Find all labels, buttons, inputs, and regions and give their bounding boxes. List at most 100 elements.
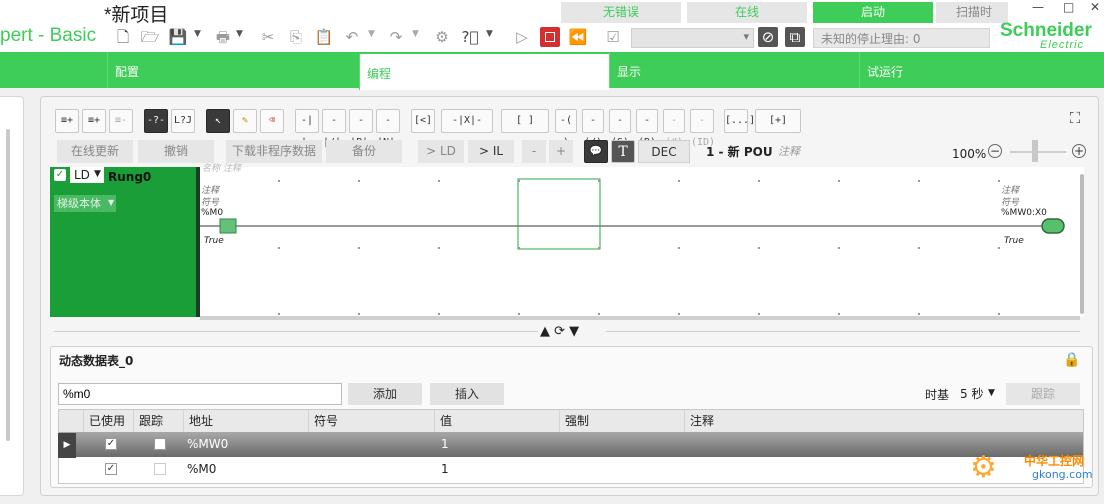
left-panel	[0, 96, 24, 496]
insert-rung-after-button[interactable]: ≡+	[55, 109, 79, 133]
copy-icon[interactable]: ⎘	[286, 27, 306, 47]
compare-block-button[interactable]: [<]	[411, 109, 435, 133]
run-play-icon[interactable]: ▷	[512, 27, 532, 47]
add-button[interactable]: 添加	[348, 383, 422, 405]
left-panel-scrollbar[interactable]	[6, 129, 10, 441]
tab-display[interactable]: 显示	[609, 52, 859, 88]
add-element-dropdown[interactable]: [+]	[755, 109, 801, 133]
close-icon[interactable]: ✕	[1090, 0, 1100, 14]
rung-enabled-checkbox[interactable]: ✓	[54, 169, 66, 181]
col-trace[interactable]: 跟踪	[134, 410, 184, 432]
download-non-program-button[interactable]: 下载非程序数据	[226, 140, 322, 163]
online-update-button[interactable]: 在线更新	[57, 140, 133, 163]
minus-button[interactable]: -	[522, 140, 546, 163]
tab-commissioning[interactable]: 试运行	[859, 52, 1104, 88]
table-row[interactable]: ✓ %MW0 1	[59, 432, 1083, 457]
rung-body-button[interactable]: 梯级本体	[54, 195, 116, 212]
toolbar-combo[interactable]	[631, 28, 754, 48]
col-address[interactable]: 地址	[184, 410, 309, 432]
lock-icon[interactable]: 🔒	[1063, 352, 1080, 368]
table-row[interactable]: ✓ %M0 1	[59, 457, 1083, 482]
used-checkbox[interactable]: ✓	[105, 463, 117, 475]
tab-programming[interactable]: 编程	[359, 54, 609, 90]
used-checkbox[interactable]: ✓	[105, 438, 117, 450]
panel-splitter[interactable]: ▲ ⟳ ▼	[50, 322, 1084, 342]
set-coil-button[interactable]: -(S)	[609, 109, 631, 148]
fullscreen-icon[interactable]: ⛶	[1066, 109, 1084, 127]
branch-open-button[interactable]: -?-	[144, 109, 168, 133]
stop-button[interactable]	[540, 27, 560, 47]
save-dropdown-icon[interactable]: ▼	[194, 29, 201, 39]
address-input[interactable]	[58, 383, 342, 405]
coil-button[interactable]: -( )	[555, 109, 577, 148]
cut-icon[interactable]: ✂	[258, 27, 278, 47]
operation-block-button[interactable]: [...]	[724, 109, 755, 133]
insert-button[interactable]: 插入	[430, 383, 504, 405]
falling-edge-contact-button[interactable]: -|N|-	[376, 109, 401, 148]
zoom-out-icon[interactable]: −	[988, 144, 1002, 158]
normally-open-contact-button[interactable]: -| |-	[295, 109, 319, 148]
row-address: %M0	[187, 462, 217, 476]
new-file-icon[interactable]: 🗋	[113, 27, 133, 47]
time-base-label: 时基	[925, 388, 950, 402]
help-dropdown-icon[interactable]: ▼	[486, 29, 493, 39]
normally-closed-contact-button[interactable]: -|/|-	[322, 109, 347, 148]
convert-il-button[interactable]: > IL	[468, 140, 514, 163]
dec-format-button[interactable]: DEC	[638, 140, 690, 163]
connection-icon[interactable]: ⊘	[758, 27, 778, 47]
text-toggle-icon[interactable]: T	[611, 140, 635, 163]
tab-config[interactable]: 配置	[107, 52, 359, 88]
eraser-button[interactable]: ⌫	[260, 109, 284, 133]
rising-edge-contact-button[interactable]: -|P|-	[349, 109, 374, 148]
undo-icon[interactable]: ↶	[342, 27, 362, 47]
print-dropdown-icon[interactable]: ▼	[236, 29, 243, 39]
redo-dropdown-icon[interactable]: ▼	[412, 29, 419, 39]
minimize-icon[interactable]: —	[1032, 0, 1044, 14]
redo-icon[interactable]: ↷	[386, 27, 406, 47]
time-base-chevron-icon[interactable]: ▼	[988, 388, 995, 398]
insert-rung-before-button[interactable]: ≡+	[82, 109, 106, 133]
window-copy-icon[interactable]: ⧉	[785, 27, 805, 47]
comment-toggle-icon[interactable]: 💬	[584, 140, 608, 163]
call-coil-button[interactable]: -(ID)	[690, 109, 715, 148]
convert-ld-button[interactable]: > LD	[418, 140, 464, 163]
rung-horizontal-scrollbar[interactable]	[200, 316, 1080, 320]
plus-button[interactable]: +	[549, 140, 573, 163]
branch-close-button[interactable]: L?J	[171, 109, 195, 133]
col-value[interactable]: 值	[435, 410, 560, 432]
select-pointer-button[interactable]: ↖	[206, 109, 230, 133]
rung-vertical-scrollbar[interactable]	[1080, 174, 1084, 314]
row-selector-arrow-icon[interactable]: ▶	[58, 433, 76, 458]
paste-icon[interactable]: 📋	[314, 27, 334, 47]
undo-button[interactable]: 撤销	[138, 140, 214, 163]
delete-rung-button[interactable]: ≡-	[109, 109, 133, 133]
print-icon[interactable]: 🖶	[213, 27, 233, 47]
open-folder-icon[interactable]: 🗁	[140, 27, 160, 47]
negated-coil-button[interactable]: -(/)	[582, 109, 604, 148]
col-used[interactable]: 已使用	[84, 410, 134, 432]
col-symbol[interactable]: 符号	[309, 410, 435, 432]
checkbox-toolbar-icon[interactable]: ☑	[603, 27, 623, 47]
zoom-in-icon[interactable]: +	[1072, 144, 1086, 158]
maximize-icon[interactable]: □	[1063, 0, 1074, 14]
trace-checkbox[interactable]	[154, 463, 166, 475]
splitter-arrows-icon[interactable]: ▲ ⟳ ▼	[540, 324, 579, 339]
function-block-dropdown[interactable]: [ ]	[501, 109, 549, 133]
trace-checkbox[interactable]	[154, 438, 166, 450]
help-icon[interactable]: ?⃝	[460, 27, 480, 47]
xor-contact-dropdown[interactable]: -|X|-	[441, 109, 493, 133]
col-force[interactable]: 强制	[560, 410, 685, 432]
chevron-down-icon[interactable]: ▼	[94, 169, 101, 179]
jump-coil-button[interactable]: -(#)	[663, 109, 685, 148]
settings-gear-icon[interactable]: ⚙	[432, 27, 452, 47]
rewind-icon[interactable]: ⏪	[568, 27, 588, 47]
backup-button[interactable]: 备份	[326, 140, 402, 163]
col-comment[interactable]: 注释	[685, 410, 1083, 432]
grid-dot	[518, 313, 520, 315]
trace-button[interactable]: 跟踪	[1006, 383, 1080, 405]
undo-dropdown-icon[interactable]: ▼	[368, 29, 375, 39]
save-icon[interactable]: 💾	[168, 27, 188, 47]
zoom-slider-thumb[interactable]	[1032, 140, 1039, 162]
reset-coil-button[interactable]: -(R)	[636, 109, 658, 148]
draw-pencil-button[interactable]: ✎	[233, 109, 257, 133]
